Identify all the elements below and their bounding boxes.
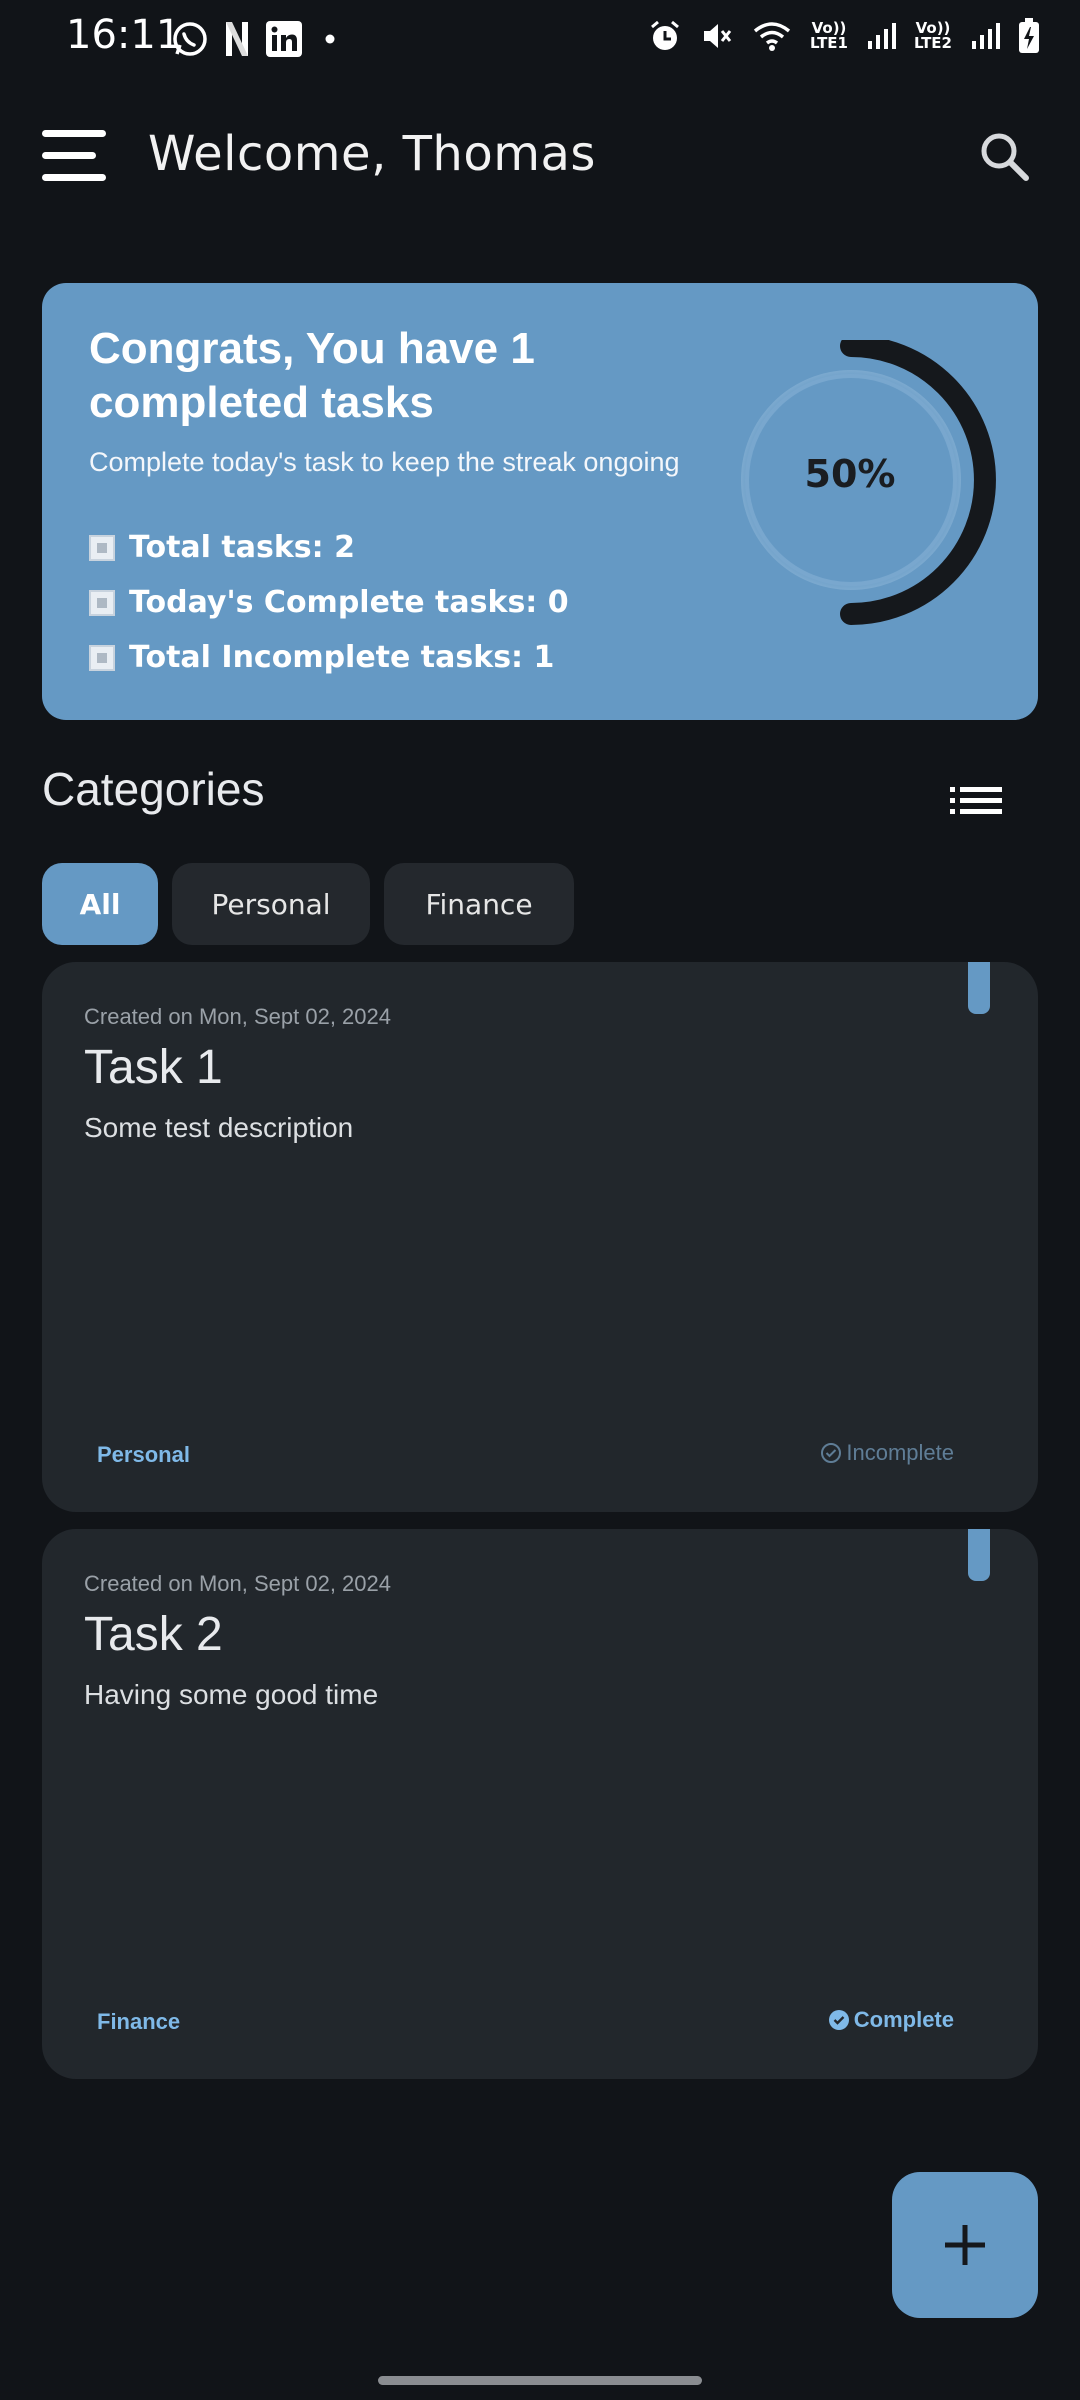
alarm-icon	[651, 20, 679, 50]
home-indicator[interactable]	[378, 2376, 702, 2385]
more-notifications-dot-icon	[322, 20, 338, 58]
categories-title: Categories	[42, 763, 265, 815]
add-task-button[interactable]	[892, 2172, 1038, 2318]
netflix-icon	[222, 20, 252, 58]
task-status[interactable]: Incomplete	[820, 1440, 954, 1466]
task-category: Finance	[97, 2009, 181, 2034]
task-description: Some test description	[84, 1112, 354, 1143]
wifi-icon	[753, 22, 791, 51]
stat-label: Total tasks: 2	[129, 530, 355, 565]
chip-finance[interactable]: Finance	[384, 863, 574, 945]
task-description: Having some good time	[84, 1679, 379, 1710]
stat-bullet-icon	[89, 644, 115, 671]
network-1-label: Vo)) LTE1	[810, 19, 848, 52]
whatsapp-icon	[170, 20, 210, 58]
task-status-label: Incomplete	[846, 1440, 954, 1465]
task-title: Task 2	[84, 1608, 223, 1661]
plus-icon	[945, 2225, 985, 2265]
summary-title: Congrats, You have 1 completed tasks	[89, 324, 535, 427]
status-time: 16:11	[66, 12, 182, 58]
signal-2-icon	[972, 23, 1000, 49]
list-view-icon[interactable]	[950, 786, 1002, 816]
check-circle-filled-icon	[828, 2010, 849, 2030]
stat-bullet-icon	[89, 534, 115, 561]
check-circle-outline-icon	[821, 1443, 842, 1463]
mute-icon	[704, 24, 732, 48]
task-status[interactable]: Complete	[828, 2007, 954, 2033]
signal-1-icon	[868, 23, 896, 49]
stat-bullet-icon	[89, 589, 115, 616]
stat-today-complete: Today's Complete tasks: 0	[89, 585, 569, 620]
status-bar: 16:11 Vo)) LTE1 Vo)) LTE2	[0, 0, 1080, 80]
stat-label: Today's Complete tasks: 0	[129, 585, 569, 620]
summary-subtitle: Complete today's task to keep the streak…	[89, 447, 680, 477]
task-status-label: Complete	[853, 2007, 954, 2032]
chip-personal[interactable]: Personal	[172, 863, 370, 945]
task-card[interactable]: Created on Mon, Sept 02, 2024 Task 2 Hav…	[42, 1529, 1038, 2079]
linkedin-icon	[264, 20, 304, 58]
stat-total-tasks: Total tasks: 2	[89, 530, 355, 565]
task-accent-bar	[968, 1529, 990, 1581]
task-accent-bar	[968, 962, 990, 1014]
network-2-label: Vo)) LTE2	[914, 19, 952, 52]
stat-label: Total Incomplete tasks: 1	[129, 640, 555, 675]
system-status-icons: Vo)) LTE1 Vo)) LTE2	[648, 18, 1040, 54]
task-created-date: Created on Mon, Sept 02, 2024	[84, 1571, 391, 1596]
task-title: Task 1	[84, 1041, 223, 1094]
stat-total-incomplete: Total Incomplete tasks: 1	[89, 640, 554, 675]
search-icon[interactable]	[978, 130, 1032, 184]
menu-icon[interactable]	[42, 130, 106, 182]
progress-label: 50%	[804, 452, 896, 496]
task-card[interactable]: Created on Mon, Sept 02, 2024 Task 1 Som…	[42, 962, 1038, 1512]
task-category: Personal	[97, 1442, 190, 1467]
chip-all[interactable]: All	[42, 863, 158, 945]
task-created-date: Created on Mon, Sept 02, 2024	[84, 1004, 391, 1029]
battery-charging-icon	[1019, 18, 1039, 53]
page-title: Welcome, Thomas	[148, 126, 596, 182]
